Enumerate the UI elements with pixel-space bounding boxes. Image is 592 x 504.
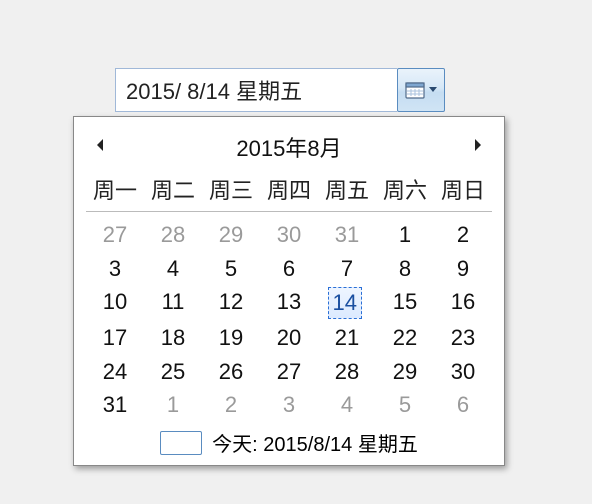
day-cell[interactable]: 29 <box>376 355 434 389</box>
today-indicator-box[interactable] <box>160 431 202 455</box>
day-cell[interactable]: 9 <box>434 252 492 286</box>
day-cell[interactable]: 2 <box>202 388 260 422</box>
next-month-button[interactable] <box>468 138 488 157</box>
weekday-header-cell: 周三 <box>202 173 260 205</box>
day-cell[interactable]: 22 <box>376 321 434 355</box>
day-cell[interactable]: 23 <box>434 321 492 355</box>
day-cell[interactable]: 13 <box>260 285 318 321</box>
day-cell[interactable]: 20 <box>260 321 318 355</box>
today-label[interactable]: 今天: 2015/8/14 星期五 <box>212 428 418 457</box>
weekday-header-cell: 周二 <box>144 173 202 205</box>
day-cell[interactable]: 17 <box>86 321 144 355</box>
day-cell[interactable]: 28 <box>318 355 376 389</box>
chevron-down-icon <box>428 86 438 94</box>
weekday-header: 周一周二周三周四周五周六周日 <box>86 173 492 212</box>
day-cell[interactable]: 8 <box>376 252 434 286</box>
day-cell[interactable]: 14 <box>318 285 376 321</box>
day-cell[interactable]: 26 <box>202 355 260 389</box>
month-title[interactable]: 2015年8月 <box>236 131 341 163</box>
day-cell[interactable]: 6 <box>434 388 492 422</box>
day-cell[interactable]: 27 <box>260 355 318 389</box>
day-cell[interactable]: 5 <box>202 252 260 286</box>
day-cell[interactable]: 27 <box>86 218 144 252</box>
calendar-icon <box>405 81 425 99</box>
day-cell[interactable]: 11 <box>144 285 202 321</box>
day-cell[interactable]: 12 <box>202 285 260 321</box>
weekday-header-cell: 周日 <box>434 173 492 205</box>
day-cell[interactable]: 25 <box>144 355 202 389</box>
day-cell[interactable]: 7 <box>318 252 376 286</box>
weekday-header-cell: 周四 <box>260 173 318 205</box>
day-cell[interactable]: 4 <box>318 388 376 422</box>
day-cell[interactable]: 28 <box>144 218 202 252</box>
day-cell[interactable]: 31 <box>318 218 376 252</box>
day-cell[interactable]: 6 <box>260 252 318 286</box>
day-cell[interactable]: 24 <box>86 355 144 389</box>
day-cell[interactable]: 18 <box>144 321 202 355</box>
day-cell[interactable]: 30 <box>260 218 318 252</box>
day-cell[interactable]: 1 <box>376 218 434 252</box>
day-cell[interactable]: 29 <box>202 218 260 252</box>
day-cell[interactable]: 15 <box>376 285 434 321</box>
day-cell[interactable]: 5 <box>376 388 434 422</box>
calendar-dropdown-button[interactable] <box>397 68 445 112</box>
day-cell[interactable]: 21 <box>318 321 376 355</box>
day-cell[interactable]: 16 <box>434 285 492 321</box>
day-cell[interactable]: 19 <box>202 321 260 355</box>
day-cell[interactable]: 10 <box>86 285 144 321</box>
day-cell[interactable]: 30 <box>434 355 492 389</box>
date-input[interactable]: 2015/ 8/14 星期五 <box>115 68 397 112</box>
calendar-popup: 2015年8月 周一周二周三周四周五周六周日 27282930311234567… <box>73 116 505 466</box>
day-cell[interactable]: 31 <box>86 388 144 422</box>
prev-month-button[interactable] <box>90 138 110 157</box>
day-cell[interactable]: 2 <box>434 218 492 252</box>
weekday-header-cell: 周五 <box>318 173 376 205</box>
weekday-header-cell: 周六 <box>376 173 434 205</box>
day-cell[interactable]: 3 <box>260 388 318 422</box>
day-cell[interactable]: 4 <box>144 252 202 286</box>
day-cell[interactable]: 1 <box>144 388 202 422</box>
day-cell[interactable]: 3 <box>86 252 144 286</box>
weekday-header-cell: 周一 <box>86 173 144 205</box>
